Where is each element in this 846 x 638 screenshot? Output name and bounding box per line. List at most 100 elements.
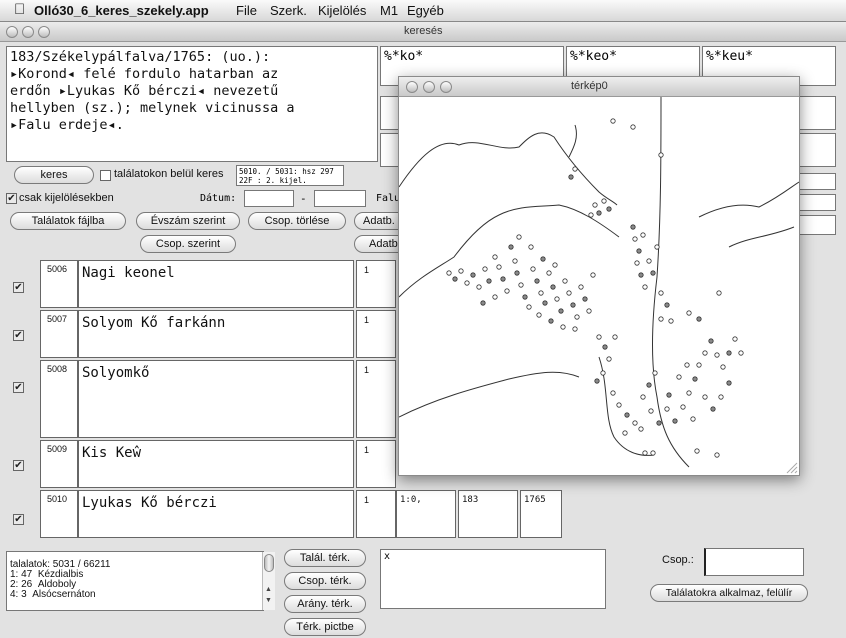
source-text-area[interactable]: 183/Székelypálfalva/1765: (uo.): ▸Korond… xyxy=(6,46,378,162)
source-text-line: ▸Falu erdeje◂. xyxy=(10,117,374,134)
scroll-down-arrow-icon[interactable]: ▼ xyxy=(265,597,272,604)
talal-terk-button[interactable]: Talál. térk. xyxy=(284,549,366,567)
map-minimize-button[interactable] xyxy=(423,81,435,93)
row-checkbox[interactable]: ✔ xyxy=(13,514,24,525)
results-to-file-button[interactable]: Találatok fájlba xyxy=(10,212,126,230)
minimize-window-button[interactable] xyxy=(22,26,34,38)
row-col4-cell: 1765 xyxy=(520,490,562,538)
csop-label: Csop.: xyxy=(662,554,694,566)
row-number-cell: 5007 xyxy=(40,310,78,358)
date-label: Dátum: xyxy=(200,193,237,204)
menu-bar:  Olló30_6_keres_szekely.app File Szerk.… xyxy=(0,0,846,22)
results-list-box[interactable]: talalatok: 5031 / 66211 1: 47 Kézdialbis… xyxy=(6,551,264,611)
csop-field[interactable] xyxy=(704,548,804,576)
row-col1: 1 xyxy=(364,265,370,275)
triangle-icon: ◂ xyxy=(66,66,76,82)
row-checkbox[interactable]: ✔ xyxy=(13,382,24,393)
row-col2-cell: 1:0, xyxy=(396,490,456,538)
source-text-fragment: Korond xyxy=(18,66,67,82)
apple-icon[interactable]:  xyxy=(14,1,25,18)
map-close-button[interactable] xyxy=(406,81,418,93)
row-number-cell: 5009 xyxy=(40,440,78,488)
row-number: 5009 xyxy=(47,444,68,454)
row-text-cell[interactable]: Lyukas Kő bérczi xyxy=(78,490,354,538)
row-number-cell: 5008 xyxy=(40,360,78,438)
map-markers xyxy=(446,118,744,458)
row-col1-cell: 1 xyxy=(356,490,396,538)
row-text-cell[interactable]: Solyom Kő farkánn xyxy=(78,310,354,358)
row-col1: 1 xyxy=(364,495,370,505)
row-text-cell[interactable]: Solyomkő xyxy=(78,360,354,438)
list-item[interactable]: 4: 3 Alsócsernáton xyxy=(10,590,260,600)
csop-terk-button[interactable]: Csop. térk. xyxy=(284,572,366,590)
row-number: 5010 xyxy=(47,494,68,504)
results-list-scrollbar[interactable]: ▲ ▼ xyxy=(262,552,275,610)
arany-terk-button[interactable]: Arány. térk. xyxy=(284,595,366,613)
menu-m1[interactable]: M1 xyxy=(380,3,398,18)
apply-to-results-button[interactable]: Találatokra alkalmaz, felülír xyxy=(650,584,808,602)
falu-label: Falu xyxy=(376,193,401,204)
app-name-menu[interactable]: Olló30_6_keres_szekely.app xyxy=(34,3,209,18)
window-title-bar: keresés xyxy=(0,22,846,42)
map-window[interactable]: térkép0 xyxy=(398,76,800,476)
row-col2: 1:0, xyxy=(400,495,422,505)
date-to-field[interactable] xyxy=(314,190,366,207)
within-results-checkbox[interactable] xyxy=(100,170,111,181)
record-info-box: 5010. / 5031: hsz 297 22F : 2. kijel. xyxy=(236,165,344,186)
scroll-up-arrow-icon[interactable]: ▲ xyxy=(265,586,272,593)
row-col1: 1 xyxy=(364,365,370,375)
row-col1: 1 xyxy=(364,315,370,325)
list-item-name: Alsócsernáton xyxy=(32,589,96,600)
source-text-fragment: . xyxy=(115,117,124,133)
row-col1-cell: 1 xyxy=(356,310,396,358)
row-checkbox[interactable]: ✔ xyxy=(13,282,24,293)
row-text: Solyom Kő farkánn xyxy=(82,315,226,331)
resize-grip-icon[interactable] xyxy=(786,462,798,474)
row-checkbox[interactable]: ✔ xyxy=(13,460,24,471)
triangle-icon: ▸ xyxy=(10,117,19,133)
row-text: Lyukas Kő bérczi xyxy=(82,495,217,511)
source-text-fragment: erdőn xyxy=(10,83,51,99)
row-checkbox[interactable]: ✔ xyxy=(13,330,24,341)
menu-file[interactable]: File xyxy=(236,3,257,18)
map-boundaries xyxy=(399,97,799,468)
row-number-cell: 5010 xyxy=(40,490,78,538)
close-window-button[interactable] xyxy=(6,26,18,38)
scroll-thumb[interactable] xyxy=(264,554,274,572)
by-year-button[interactable]: Évszám szerint xyxy=(136,212,240,230)
row-col1-cell: 1 xyxy=(356,440,396,488)
row-col1: 1 xyxy=(364,445,370,455)
map-window-title: térkép0 xyxy=(571,80,608,92)
source-text-line: erdőn ▸Lyukas Kő bérczi◂ nevezetű xyxy=(10,83,374,100)
only-selected-checkbox[interactable]: ✔ xyxy=(6,193,17,204)
menu-egyeb[interactable]: Egyéb xyxy=(407,3,444,18)
date-from-field[interactable] xyxy=(244,190,294,207)
keres-button[interactable]: keres xyxy=(14,166,94,184)
source-text-line: ▸Korond◂ felé fordulo hatarban az xyxy=(10,66,374,83)
triangle-icon: ◂ xyxy=(196,83,206,99)
delete-group-button[interactable]: Csop. törlése xyxy=(248,212,346,230)
map-zoom-button[interactable] xyxy=(440,81,452,93)
row-col4: 1765 xyxy=(524,495,546,505)
row-number: 5008 xyxy=(47,364,68,374)
record-info-line: 22F : 2. kijel. xyxy=(239,176,307,185)
terk-pictbe-button[interactable]: Térk. pictbe xyxy=(284,618,366,636)
by-group-button[interactable]: Csop. szerint xyxy=(140,235,236,253)
menu-kijeloles[interactable]: Kijelölés xyxy=(318,3,366,18)
triangle-icon: ▸ xyxy=(10,66,19,82)
menu-szerk[interactable]: Szerk. xyxy=(270,3,307,18)
row-text-cell[interactable]: Nagi keonel xyxy=(78,260,354,308)
row-col3: 183 xyxy=(462,495,479,505)
list-item-index: 4: 3 xyxy=(10,589,27,600)
zoom-window-button[interactable] xyxy=(38,26,50,38)
x-text-field[interactable]: x xyxy=(380,549,606,609)
within-results-label: találatokon belül keres xyxy=(114,168,224,180)
record-info-line: 5010. / 5031: hsz 297 xyxy=(239,167,334,176)
source-text-fragment: felé fordulo hatarban az xyxy=(83,66,279,82)
row-number: 5007 xyxy=(47,314,68,324)
row-col1-cell: 1 xyxy=(356,260,396,308)
map-canvas[interactable] xyxy=(399,97,799,475)
row-text-cell[interactable]: Kis Keŵ xyxy=(78,440,354,488)
row-number: 5006 xyxy=(47,264,68,274)
triangle-icon: ◂ xyxy=(107,117,116,133)
